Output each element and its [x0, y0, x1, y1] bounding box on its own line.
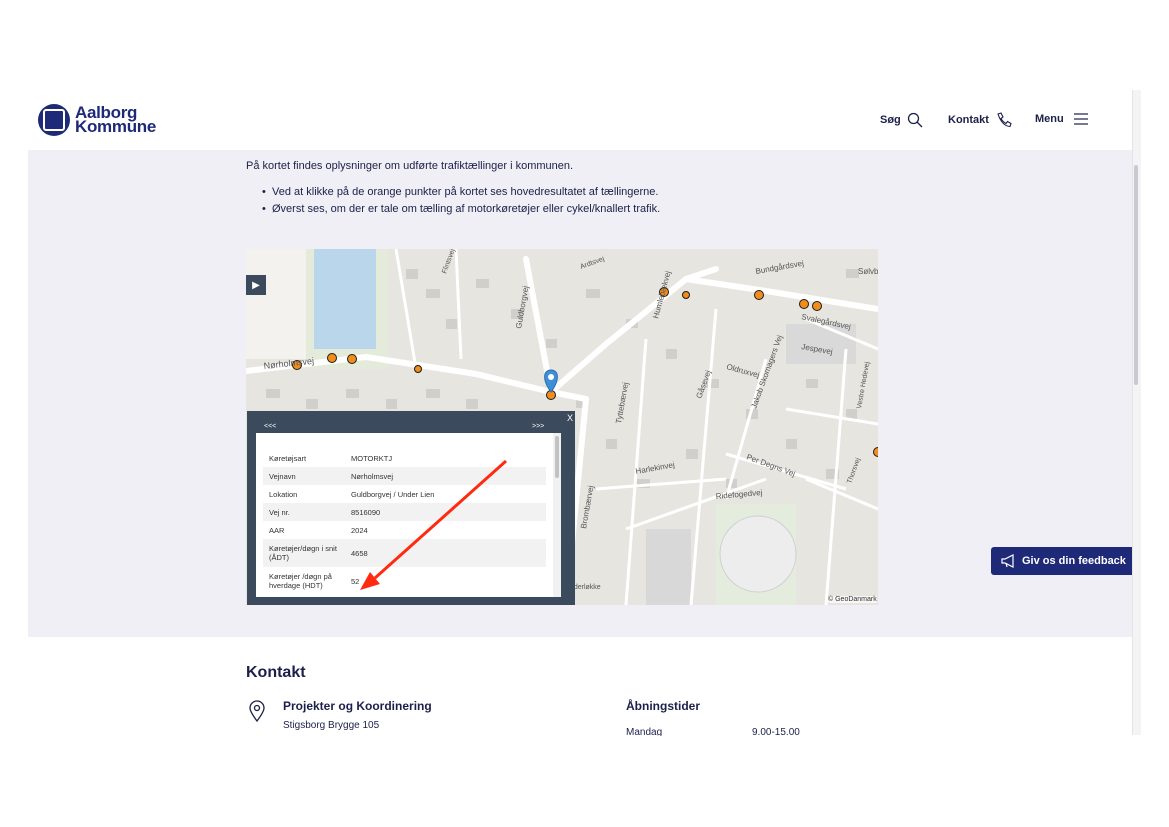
- row-value: 2024: [351, 525, 368, 535]
- row-key: Køretøjer/døgn i snit (ÅDT): [263, 539, 345, 567]
- logo-line-2: Kommune: [75, 117, 157, 136]
- search-icon: [907, 112, 923, 128]
- table-row: Køretøjer /døgn på hverdage (HDT) 52: [263, 567, 546, 595]
- popup-scroll-thumb[interactable]: [555, 436, 559, 478]
- feedback-label: Giv os din feedback: [1022, 555, 1126, 567]
- row-value: Guldborgvej / Under Lien: [351, 489, 435, 499]
- search-label: Søg: [880, 114, 901, 126]
- row-key: Køretøjsart: [269, 453, 307, 463]
- street-label: Sølvbakken: [858, 267, 878, 276]
- table-row: Vejnavn Nørholmsvej: [263, 467, 546, 485]
- intro-text: På kortet findes oplysninger om udførte …: [246, 160, 574, 172]
- feedback-button[interactable]: Giv os din feedback: [991, 547, 1132, 575]
- contact-button[interactable]: Kontakt: [948, 112, 1013, 128]
- site-header: Aalborg Kommune Søg Kontakt Menu: [28, 90, 1132, 150]
- city-seal-icon: [38, 104, 70, 136]
- list-item: Ved at klikke på de orange punkter på ko…: [262, 186, 660, 203]
- list-item: Øverst ses, om der er tale om tælling af…: [262, 203, 660, 220]
- row-key: Vej nr.: [263, 503, 345, 521]
- search-button[interactable]: Søg: [880, 112, 923, 128]
- intro-bullet-list: Ved at klikke på de orange punkter på ko…: [262, 186, 660, 220]
- row-value: 52: [351, 576, 360, 586]
- popup-table: Køretøjsart MOTORKTJ Vejnavn Nørholmsvej L…: [263, 449, 546, 595]
- row-key: Vejnavn: [263, 467, 345, 485]
- table-row: Køretøjsart MOTORKTJ: [263, 449, 546, 467]
- row-key: AAR: [269, 525, 285, 535]
- contact-label: Kontakt: [948, 114, 989, 126]
- contact-heading: Kontakt: [246, 664, 306, 681]
- play-icon[interactable]: ▶: [246, 275, 266, 295]
- map-attribution: © GeoDanmark: [828, 596, 877, 603]
- opening-hours-heading: Åbningstider: [626, 699, 700, 713]
- popup-close-button[interactable]: X: [567, 413, 573, 423]
- phone-icon: [997, 112, 1012, 128]
- row-value: 8516090: [345, 503, 546, 521]
- popup-next-button[interactable]: >>>: [532, 423, 544, 430]
- menu-button[interactable]: Menu: [1035, 112, 1090, 126]
- contact-address: Stigsborg Brygge 105: [283, 720, 380, 731]
- row-value: 4658: [345, 539, 546, 567]
- logo-text: Aalborg Kommune: [75, 104, 157, 136]
- row-value: MOTORKTJ: [351, 453, 393, 463]
- aalborg-kommune-logo[interactable]: Aalborg Kommune: [38, 104, 156, 136]
- megaphone-icon: [1001, 554, 1014, 568]
- hamburger-icon: [1073, 113, 1088, 125]
- row-key: Køretøjer /døgn på hverdage (HDT): [269, 572, 332, 590]
- popup-prev-button[interactable]: <<<: [264, 423, 276, 430]
- page-scrollbar[interactable]: [1134, 165, 1138, 385]
- table-row: AAR 2024: [263, 521, 546, 539]
- table-row: Vej nr. 8516090: [263, 503, 546, 521]
- contact-name: Projekter og Koordinering: [283, 699, 432, 713]
- table-row: Lokation Guldborgvej / Under Lien: [263, 485, 546, 503]
- row-key: Lokation: [269, 489, 298, 499]
- location-pin-icon: [249, 700, 265, 722]
- table-row: Køretøjer/døgn i snit (ÅDT) 4658: [263, 539, 546, 567]
- menu-label: Menu: [1035, 113, 1064, 125]
- row-value: Nørholmsvej: [345, 467, 546, 485]
- viewport-bottom-margin: [0, 736, 1169, 827]
